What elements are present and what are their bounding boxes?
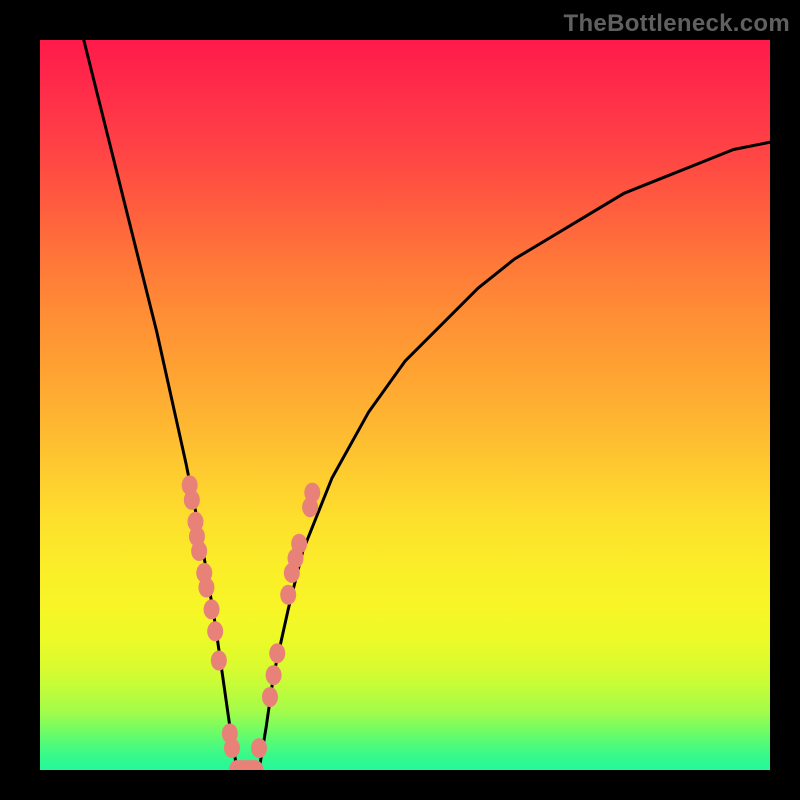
data-marker — [184, 490, 200, 510]
data-marker — [207, 621, 223, 641]
data-marker — [284, 563, 300, 583]
data-marker — [211, 651, 227, 671]
data-marker — [240, 760, 256, 770]
right-marker-cluster — [244, 483, 321, 770]
data-marker — [204, 599, 220, 619]
data-marker — [247, 760, 263, 770]
data-marker — [288, 548, 304, 568]
data-marker — [187, 512, 203, 532]
chart-container: TheBottleneck.com — [0, 0, 800, 800]
data-marker — [291, 534, 307, 554]
data-marker — [222, 724, 238, 744]
data-marker — [269, 643, 285, 663]
curve-path — [84, 40, 770, 770]
data-marker — [236, 760, 252, 770]
data-marker — [233, 760, 249, 770]
chart-svg — [40, 40, 770, 770]
data-marker — [280, 585, 296, 605]
data-marker — [251, 738, 267, 758]
data-marker — [191, 541, 207, 561]
data-marker — [229, 760, 245, 770]
data-marker — [266, 665, 282, 685]
watermark-text: TheBottleneck.com — [564, 10, 790, 38]
data-marker — [182, 475, 198, 495]
data-marker — [244, 760, 260, 770]
data-marker — [262, 687, 278, 707]
left-marker-cluster — [182, 475, 256, 770]
data-marker — [196, 563, 212, 583]
plot-area — [40, 40, 770, 770]
bottleneck-curve — [84, 40, 770, 770]
data-marker — [302, 497, 318, 517]
data-marker — [304, 483, 320, 503]
data-marker — [198, 578, 214, 598]
data-marker — [189, 526, 205, 546]
data-marker — [224, 738, 240, 758]
